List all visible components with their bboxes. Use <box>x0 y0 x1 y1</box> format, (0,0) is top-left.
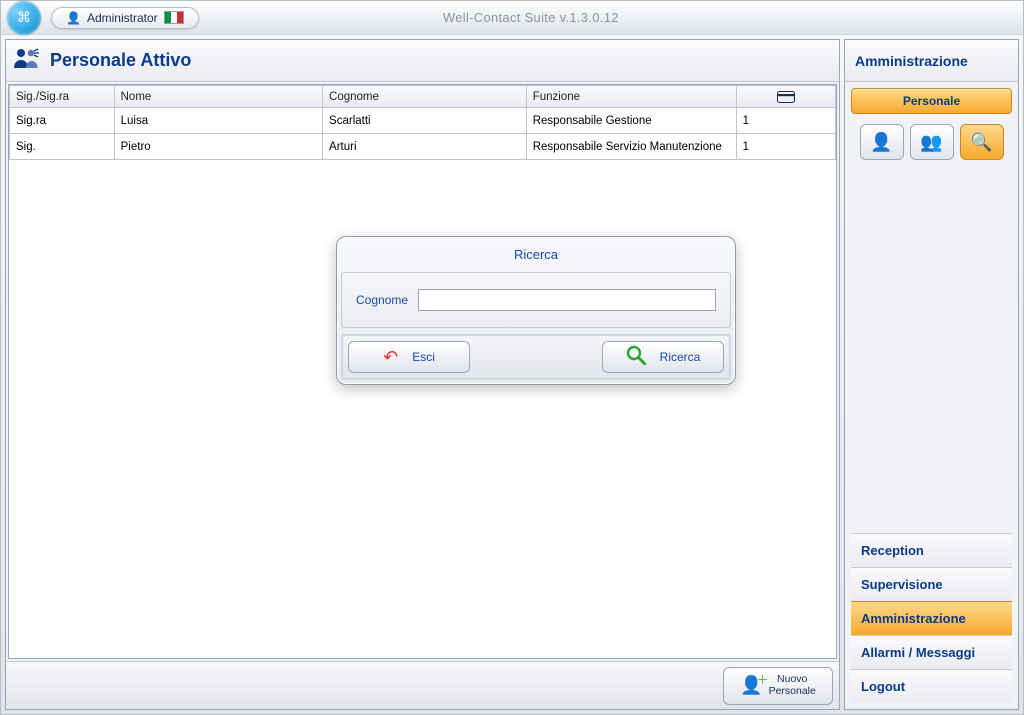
nav-amministrazione[interactable]: Amministrazione <box>851 601 1012 635</box>
col-last-name[interactable]: Cognome <box>323 86 527 108</box>
new-staff-button[interactable]: 👤＋ Nuovo Personale <box>723 667 833 705</box>
search-icon <box>626 345 646 370</box>
archived-staff-button[interactable]: 👥 <box>910 124 954 160</box>
col-first-name[interactable]: Nome <box>114 86 322 108</box>
person-add-icon: 👤＋ <box>740 675 762 696</box>
cell-card: 1 <box>736 134 835 160</box>
new-staff-label: Nuovo Personale <box>769 674 816 697</box>
cell-function: Responsabile Gestione <box>526 108 736 134</box>
person-search-icon: 🔍 <box>970 132 992 153</box>
search-field-label: Cognome <box>356 293 408 307</box>
active-staff-button[interactable]: 👤 <box>860 124 904 160</box>
col-function[interactable]: Funzione <box>526 86 736 108</box>
nav-logout[interactable]: Logout <box>851 669 1012 703</box>
table-row[interactable]: Sig.raLuisaScarlattiResponsabile Gestion… <box>10 108 836 134</box>
nav-allarmi-messaggi[interactable]: Allarmi / Messaggi <box>851 635 1012 669</box>
sidebar: Amministrazione Personale 👤 👥 🔍 Receptio… <box>844 39 1019 710</box>
cell-function: Responsabile Servizio Manutenzione <box>526 134 736 160</box>
card-icon <box>743 91 829 103</box>
dialog-title: Ricerca <box>341 241 731 272</box>
person-check-icon: 👤 <box>870 132 892 153</box>
people-icon <box>14 48 40 74</box>
nav-supervisione[interactable]: Supervisione <box>851 567 1012 601</box>
search-staff-button[interactable]: 🔍 <box>960 124 1004 160</box>
sidebar-tab-personale[interactable]: Personale <box>851 88 1012 114</box>
exit-button[interactable]: ↶ Esci <box>348 341 470 373</box>
search-dialog: Ricerca Cognome ↶ Esci Ricerca <box>336 236 736 385</box>
cell-first_name: Luisa <box>114 108 322 134</box>
table-header-row: Sig./Sig.ra Nome Cognome Funzione <box>10 86 836 108</box>
people-icon: 👥 <box>920 132 942 153</box>
cell-first_name: Pietro <box>114 134 322 160</box>
network-icon: ⌘ <box>17 9 31 26</box>
exit-label: Esci <box>412 350 435 364</box>
app-title: Well-Contact Suite v.1.3.0.12 <box>199 10 863 25</box>
search-label: Ricerca <box>660 350 701 364</box>
table-row[interactable]: Sig.PietroArturiResponsabile Servizio Ma… <box>10 134 836 160</box>
col-card[interactable] <box>736 86 835 108</box>
col-title[interactable]: Sig./Sig.ra <box>10 86 115 108</box>
flag-it-icon <box>164 11 184 24</box>
user-icon: 👤 <box>66 11 81 25</box>
cell-title: Sig. <box>10 134 115 160</box>
titlebar: ⌘ 👤 Administrator Well-Contact Suite v.1… <box>1 1 1023 35</box>
search-input[interactable] <box>418 289 716 311</box>
search-button[interactable]: Ricerca <box>602 341 724 373</box>
cell-card: 1 <box>736 108 835 134</box>
page-title: Personale Attivo <box>50 50 191 71</box>
nav-reception[interactable]: Reception <box>851 533 1012 567</box>
cell-last_name: Scarlatti <box>323 108 527 134</box>
sidebar-header: Amministrazione <box>845 40 1018 82</box>
user-label: Administrator <box>87 11 158 25</box>
user-chip[interactable]: 👤 Administrator <box>51 7 199 29</box>
back-arrow-icon: ↶ <box>383 347 398 368</box>
app-menu-button[interactable]: ⌘ <box>7 1 41 35</box>
cell-last_name: Arturi <box>323 134 527 160</box>
cell-title: Sig.ra <box>10 108 115 134</box>
